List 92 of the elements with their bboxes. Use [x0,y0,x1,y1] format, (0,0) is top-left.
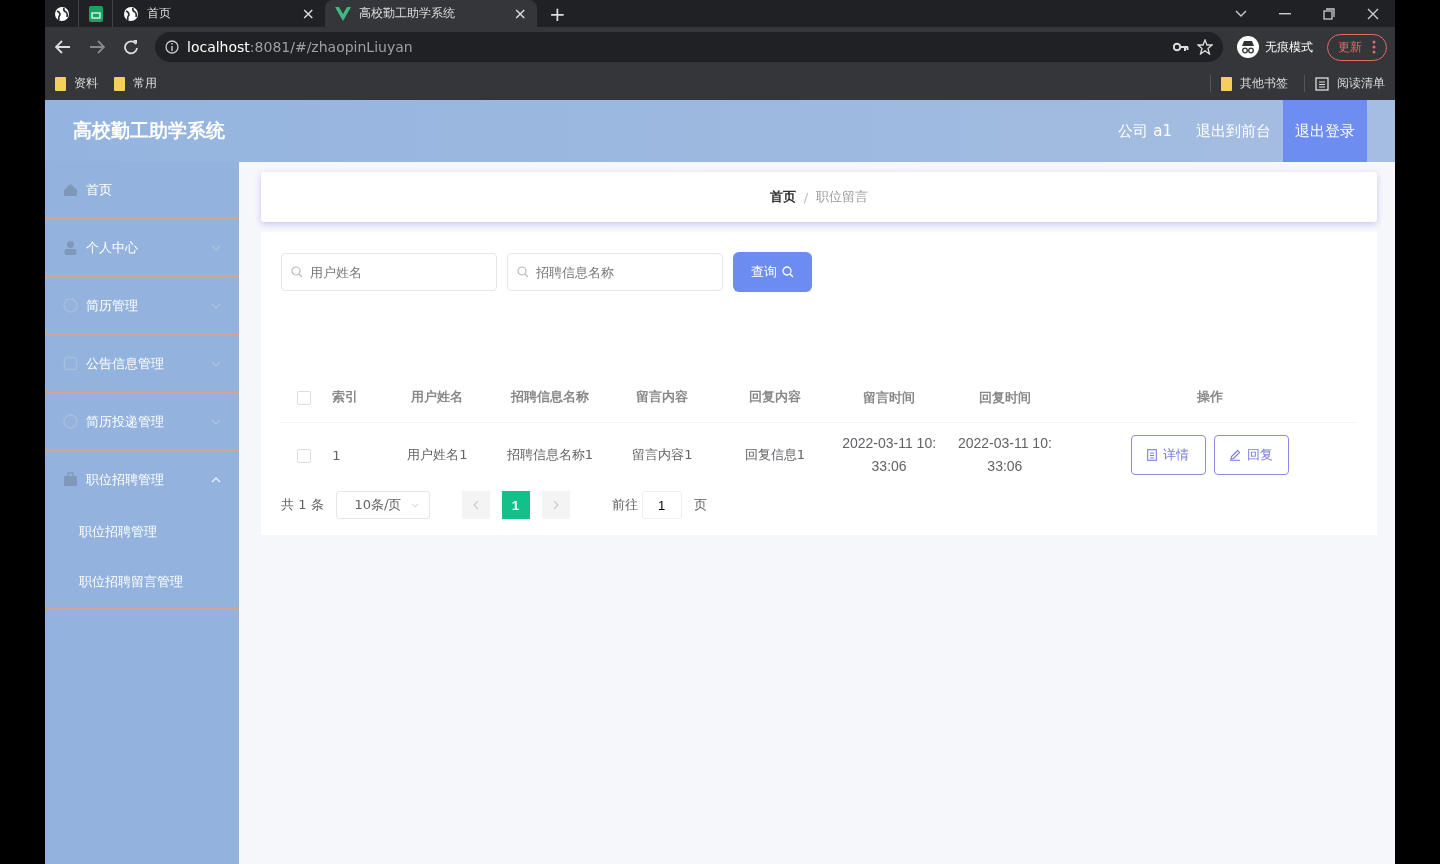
chevron-right-icon [552,500,559,510]
page-unit-label: 页 [693,496,707,514]
column-header: 留言时间 [863,389,916,405]
table-cell: 用户姓名1 [407,447,468,462]
breadcrumb-item[interactable]: 首页 [769,188,796,206]
column-header: 回复内容 [748,389,801,404]
sidebar-item[interactable]: 职位招聘管理 [45,452,239,507]
globe-icon [53,5,70,22]
star-icon [1197,39,1213,55]
search-icon [291,266,303,278]
column-header: 用户姓名 [411,389,464,404]
sidebar-item[interactable]: 简历投递管理 [45,394,239,449]
bookmark[interactable]: 其他书签 [1210,75,1288,92]
globe-icon [123,5,139,22]
folder-icon [114,76,125,91]
minimize-icon [1279,12,1291,15]
sidebar-item[interactable]: 简历管理 [45,278,239,333]
reload-icon [123,39,139,55]
tab-title: 首页 [147,5,172,22]
chevron-down-icon [410,502,419,508]
new-tab-button[interactable]: + [549,1,566,26]
info-icon [165,40,179,54]
browser-tab[interactable]: 高校勤工助学系统 × [325,0,537,27]
home-icon [63,182,78,197]
document-icon [1147,449,1158,461]
sidebar-item[interactable]: 首页 [45,162,239,217]
search-field[interactable]: 用户姓名 [281,253,497,291]
table-cell-text: 1 [332,447,342,463]
goto-page-field[interactable]: 1 [641,491,682,519]
column-header: 招聘信息名称 [510,389,589,404]
v-logo-icon [335,6,351,21]
chevron-down-icon [1235,9,1247,18]
table-cell: 回复信息1 [744,447,806,462]
address-field[interactable]: localhost:8081/#/zhaopinLiuyan [155,32,1223,62]
briefcase-icon [63,472,78,487]
column-header: 索引 [332,388,360,406]
bookmark-label: 阅读清单 [1337,75,1385,92]
page-size-select[interactable]: 10条/页 [335,491,430,519]
update-label: 更新 [1338,38,1362,56]
app-title: 高校勤工助学系统 [73,118,225,143]
profile-label: 无痕模式 [1265,38,1313,56]
table-cell-text: 2022-03-11 10:33:06 [841,434,938,476]
table-cell-text: 2022-03-11 10:33:06 [956,434,1053,476]
pencil-icon [1229,449,1242,461]
breadcrumb-item: 职位留言 [816,188,869,206]
back-icon [55,40,71,54]
incognito-button[interactable]: 无痕模式 [1237,36,1313,58]
close-icon [1367,7,1379,20]
sidebar-item[interactable]: 个人中心 [45,220,239,275]
close-icon[interactable]: × [513,4,527,23]
close-icon[interactable]: × [301,4,315,23]
user-icon [63,240,78,255]
header-link[interactable]: 退出登录 [1283,100,1367,162]
restore-icon [1323,7,1335,20]
action-button[interactable]: 详情 [1130,435,1206,475]
more-icon [1372,40,1376,54]
tab-title: 高校勤工助学系统 [359,5,456,22]
column-header: 留言内容 [636,389,689,404]
total-count: 共 1 条 [281,496,324,514]
goto-label: 前往 [611,496,638,514]
column-header: 回复时间 [978,389,1031,405]
bookmark-label: 资料 [74,75,98,92]
search-field[interactable]: 招聘信息名称 [507,253,723,291]
select-all-checkbox[interactable] [296,390,311,405]
incognito-icon [1237,36,1259,58]
table-cell: 留言内容1 [632,447,693,462]
key-icon [1173,42,1189,52]
bookmark-label: 常用 [133,75,157,92]
row-checkbox[interactable] [296,448,311,463]
forward-icon [89,40,105,54]
bookmark[interactable]: 阅读清单 [1304,75,1385,92]
bookmark[interactable]: 常用 [114,75,157,92]
chevron-left-icon [472,500,479,510]
spreadsheet-icon [88,5,103,22]
action-button[interactable]: 回复 [1213,435,1289,475]
query-button[interactable]: 查询 [733,252,812,292]
sidebar-item[interactable]: 公告信息管理 [45,336,239,391]
folder-icon [55,76,66,91]
bookmark-label: 其他书签 [1240,75,1288,92]
sidebar-subitem[interactable]: 职位招聘留言管理 [45,557,239,607]
next-page-button[interactable] [541,491,570,519]
search-icon [782,266,794,278]
previous-page-button[interactable] [461,491,490,519]
bookmark[interactable]: 资料 [55,75,98,92]
page-number[interactable]: 1 [501,491,530,519]
table-cell: 招聘信息名称1 [506,447,593,462]
sidebar-subitem[interactable]: 职位招聘管理 [45,507,239,557]
breadcrumb-separator: / [803,189,809,205]
column-header: 操作 [1196,389,1223,404]
search-icon [517,266,529,278]
reading-list-icon [1315,76,1329,91]
folder-icon [1221,76,1232,91]
